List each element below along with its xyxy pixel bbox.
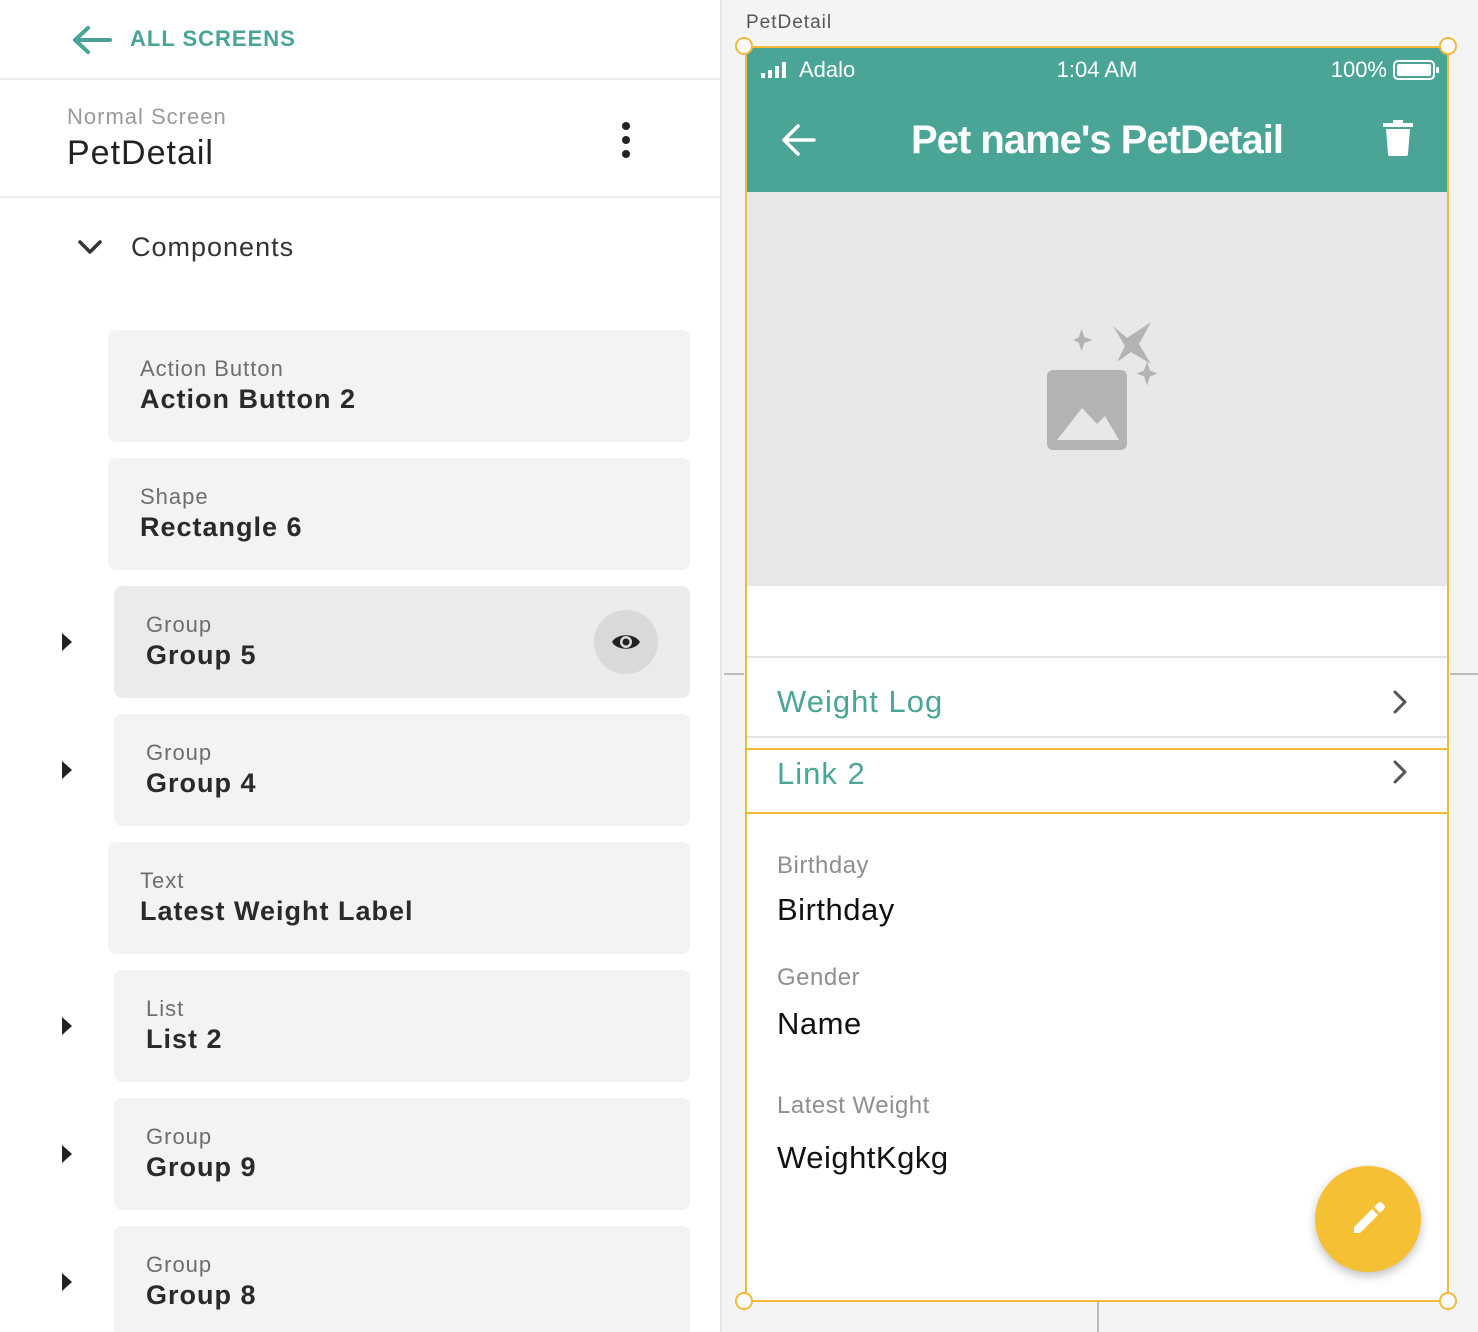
layer-item[interactable]: Group Group 9 <box>114 1098 690 1210</box>
layer-type: Action Button <box>140 356 284 381</box>
latest-weight-value: WeightKgkg <box>777 1140 949 1175</box>
app-bar-title: Pet name's PetDetail <box>911 118 1284 162</box>
layer-item[interactable]: Group Group 8 <box>114 1226 690 1332</box>
layer-name: Group 5 <box>146 640 257 670</box>
latest-weight-label: Latest Weight <box>777 1092 930 1119</box>
layer-type: Group <box>146 1124 213 1149</box>
caret-right-icon[interactable] <box>60 1271 74 1293</box>
chevron-right-icon <box>1393 690 1407 714</box>
layer-item[interactable]: List List 2 <box>114 970 690 1082</box>
eye-icon <box>612 635 640 649</box>
layer-item[interactable]: Text Latest Weight Label <box>108 842 690 954</box>
caret-right-icon[interactable] <box>60 1015 74 1037</box>
app-bar: Pet name's PetDetail <box>747 92 1447 192</box>
gender-value: Name <box>777 1006 862 1041</box>
layer-type: Shape <box>140 484 209 509</box>
layer-type: Group <box>146 1252 213 1277</box>
layer-type: List <box>146 996 185 1021</box>
layer-type: Text <box>140 868 185 893</box>
pencil-icon <box>1354 1202 1385 1233</box>
layer-item[interactable]: Group Group 5 <box>114 586 690 698</box>
layer-name: Group 4 <box>146 768 257 798</box>
birthday-value: Birthday <box>777 892 895 927</box>
battery-percent: 100% <box>1330 57 1387 82</box>
caret-right-icon[interactable] <box>60 759 74 781</box>
link-label: Link 2 <box>777 756 866 791</box>
layers-panel: ALL SCREENS Normal Screen PetDetail Comp… <box>0 0 722 1332</box>
link-connector <box>1450 673 1478 675</box>
layer-type: Group <box>146 612 213 637</box>
layer-type: Group <box>146 740 213 765</box>
arrow-left-icon[interactable] <box>70 24 112 56</box>
layer-item[interactable]: Group Group 4 <box>114 714 690 826</box>
caret-right-icon[interactable] <box>60 631 74 653</box>
layer-item[interactable]: Action Button Action Button 2 <box>108 330 690 442</box>
phone-screen-frame[interactable]: Adalo 1:04 AM 100% Pet name's PetDetail <box>745 46 1449 1302</box>
screen-header: Normal Screen PetDetail <box>0 82 720 198</box>
battery-icon <box>1393 60 1439 80</box>
link-connector <box>724 673 744 675</box>
layer-name: Latest Weight Label <box>140 896 414 926</box>
divider <box>747 736 1447 738</box>
layer-name: Group 9 <box>146 1152 257 1182</box>
layer-name: Group 8 <box>146 1280 257 1310</box>
resize-handle[interactable] <box>1439 37 1457 55</box>
screen-name: PetDetail <box>67 134 214 172</box>
caret-right-icon[interactable] <box>60 1143 74 1165</box>
weight-log-link[interactable]: Weight Log <box>747 666 1447 730</box>
link-label: Weight Log <box>777 684 944 719</box>
gender-label: Gender <box>777 964 861 991</box>
divider <box>747 656 1447 658</box>
trash-icon[interactable] <box>1383 120 1413 156</box>
status-bar: Adalo 1:04 AM 100% <box>747 48 1447 92</box>
layer-name: List 2 <box>146 1024 223 1054</box>
screen-type-label: Normal Screen <box>67 104 227 129</box>
layer-name: Action Button 2 <box>140 384 356 414</box>
image-placeholder-icon <box>1047 322 1158 450</box>
panel-topbar: ALL SCREENS <box>0 0 720 80</box>
chevron-down-icon <box>78 240 102 254</box>
link-2[interactable]: Link 2 <box>747 748 1447 814</box>
resize-handle[interactable] <box>735 37 753 55</box>
more-vertical-icon[interactable] <box>610 120 642 160</box>
canvas-screen-label[interactable]: PetDetail <box>746 12 832 34</box>
pet-image[interactable] <box>747 192 1447 586</box>
resize-handle[interactable] <box>1439 1292 1457 1310</box>
layer-item[interactable]: Shape Rectangle 6 <box>108 458 690 570</box>
components-section-toggle[interactable]: Components <box>70 226 670 270</box>
birthday-label: Birthday <box>777 852 870 879</box>
components-label: Components <box>131 232 295 262</box>
edit-action-button[interactable] <box>1315 1166 1421 1272</box>
visibility-toggle-button[interactable] <box>594 610 658 674</box>
all-screens-link[interactable]: ALL SCREENS <box>130 26 296 52</box>
layer-name: Rectangle 6 <box>140 512 303 542</box>
chevron-right-icon <box>1393 760 1407 784</box>
resize-handle[interactable] <box>735 1292 753 1310</box>
link-connector <box>1097 1302 1099 1332</box>
